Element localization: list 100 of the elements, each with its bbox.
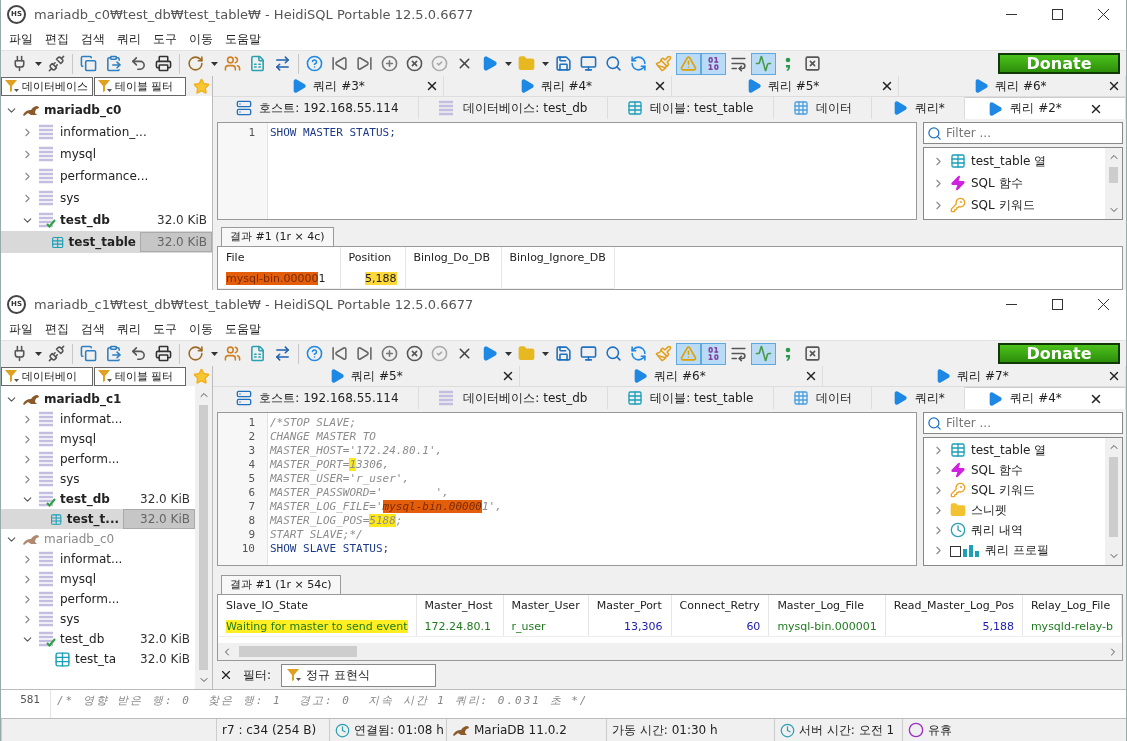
- result-tab[interactable]: 결과 #1 (1r × 4c): [221, 226, 334, 246]
- menu-item[interactable]: 이동: [183, 30, 219, 48]
- tree-item[interactable]: mariadb_c1: [1, 389, 195, 409]
- tree-item[interactable]: mysql: [1, 143, 212, 165]
- sql-editor[interactable]: 1 SHOW MASTER STATUS;: [217, 122, 917, 220]
- tree-item[interactable]: test_db 32.0 KiB: [1, 489, 195, 509]
- column-header[interactable]: Master_Log_File: [768, 594, 886, 617]
- tree-item[interactable]: mariadb_c0: [1, 529, 195, 549]
- result-tab[interactable]: 결과 #1 (1r × 54c): [221, 574, 341, 594]
- tree-item[interactable]: performance...: [1, 165, 212, 187]
- tree-item[interactable]: SQL 함수: [924, 172, 1105, 194]
- close-icon[interactable]: [1107, 369, 1121, 383]
- search-field[interactable]: Filter ...: [923, 122, 1123, 144]
- size-label: 32.0 KiB: [140, 232, 212, 252]
- column-header[interactable]: Binlog_Do_DB: [405, 246, 501, 269]
- tree-item[interactable]: informat...: [1, 549, 195, 569]
- tree-item[interactable]: test_table 열: [924, 440, 1105, 460]
- menu-item[interactable]: 파일: [3, 320, 39, 338]
- menu-item[interactable]: 도구: [147, 30, 183, 48]
- tree-item[interactable]: test_table 32.0 KiB: [1, 231, 212, 253]
- menu-item[interactable]: 도움말: [219, 30, 267, 48]
- sql-editor[interactable]: [217, 412, 917, 566]
- star-icon[interactable]: [193, 77, 210, 95]
- tree-item[interactable]: information_...: [1, 121, 212, 143]
- menu-item[interactable]: 편집: [39, 320, 75, 338]
- scroll-thumb[interactable]: [1109, 457, 1118, 537]
- tree-item[interactable]: sys: [1, 187, 212, 209]
- column-header[interactable]: Read_Master_Log_Pos: [885, 594, 1023, 617]
- scroll-thumb[interactable]: [1109, 167, 1118, 183]
- scrollbar[interactable]: [1105, 148, 1122, 219]
- tree-item[interactable]: mysql: [1, 569, 195, 589]
- query-tab[interactable]: 쿼리 #6*: [520, 366, 823, 386]
- menu-item[interactable]: 편집: [39, 30, 75, 48]
- tab[interactable]: 쿼리 #4*: [965, 387, 1126, 409]
- horizontal-scrollbar[interactable]: [218, 643, 1122, 660]
- menu-item[interactable]: 이동: [183, 320, 219, 338]
- close-icon[interactable]: [1107, 79, 1121, 93]
- toolbar-button[interactable]: [701, 342, 726, 365]
- tree-item[interactable]: perform...: [1, 449, 195, 469]
- scroll-thumb[interactable]: [199, 405, 208, 670]
- search-field[interactable]: Filter ...: [923, 412, 1123, 434]
- filter-field[interactable]: 테이블 필터: [94, 366, 186, 386]
- tree-item[interactable]: test_db 32.0 KiB: [1, 209, 212, 231]
- menu-item[interactable]: 쿼리: [111, 30, 147, 48]
- column-header[interactable]: Master_User: [503, 594, 589, 617]
- scroll-thumb[interactable]: [239, 646, 357, 657]
- tree-item[interactable]: SQL 키워드: [924, 480, 1105, 500]
- tree-item[interactable]: sys: [1, 609, 195, 629]
- query-tab[interactable]: 쿼리 #6*: [898, 76, 1126, 96]
- tree-item[interactable]: mariadb_c0: [1, 99, 212, 121]
- tree-item[interactable]: mysql: [1, 429, 195, 449]
- query-tab[interactable]: 쿼리 #7*: [823, 366, 1126, 386]
- tree-item[interactable]: 쿼리 프로필: [924, 540, 1105, 560]
- tree-item[interactable]: sys: [1, 469, 195, 489]
- column-header[interactable]: Master_Port: [588, 594, 672, 617]
- wave-icon: [755, 345, 772, 362]
- column-header[interactable]: Master_Host: [416, 594, 503, 617]
- tree-item[interactable]: test_ta 32.0 KiB: [1, 649, 195, 669]
- menu-item[interactable]: 도구: [147, 320, 183, 338]
- column-header[interactable]: Relay_Log_File: [1022, 594, 1122, 617]
- column-header[interactable]: File: [218, 246, 340, 269]
- table-cell: r_user: [503, 616, 589, 637]
- menu-item[interactable]: 도움말: [219, 320, 267, 338]
- tree-item[interactable]: test_table 열: [924, 150, 1105, 172]
- query-tab[interactable]: 쿼리 #5*: [217, 366, 520, 386]
- caret-icon: [504, 351, 512, 356]
- tree-item[interactable]: 스니펫: [924, 500, 1105, 520]
- scrollbar[interactable]: [195, 386, 212, 689]
- filter-field[interactable]: 데이터베이스: [1, 76, 93, 96]
- query-tab[interactable]: 쿼리 #4*: [444, 76, 672, 96]
- close-icon[interactable]: [804, 369, 818, 383]
- tree-item[interactable]: informat...: [1, 409, 195, 429]
- close-icon[interactable]: [501, 369, 515, 383]
- query-tab[interactable]: 쿼리 #5*: [671, 76, 899, 96]
- table-icon: [627, 100, 644, 116]
- menu-item[interactable]: 검색: [75, 320, 111, 338]
- menu-item[interactable]: 쿼리: [111, 320, 147, 338]
- close-icon[interactable]: [219, 668, 233, 682]
- star-icon[interactable]: [193, 367, 210, 385]
- column-header[interactable]: Slave_IO_State: [218, 594, 417, 617]
- tree-item[interactable]: test_t... 32.0 KiB: [1, 509, 195, 529]
- monitor-icon: [580, 55, 597, 72]
- filter-field[interactable]: 데이터베이: [1, 366, 93, 386]
- scrollbar[interactable]: [1105, 438, 1122, 565]
- tree-item[interactable]: test_db 32.0 KiB: [1, 629, 195, 649]
- tree-item[interactable]: 쿼리 내역: [924, 520, 1105, 540]
- toolbar-button[interactable]: [701, 52, 726, 75]
- tab[interactable]: 쿼리 #2*: [965, 97, 1126, 119]
- table-cell: 172.24.80.1: [416, 616, 503, 637]
- menu-item[interactable]: 검색: [75, 30, 111, 48]
- tree-item[interactable]: perform...: [1, 589, 195, 609]
- column-header[interactable]: Connect_Retry: [671, 594, 769, 617]
- query-tab[interactable]: 쿼리 #3*: [217, 76, 445, 96]
- menu-item[interactable]: 파일: [3, 30, 39, 48]
- filter-field[interactable]: 테이블 필터: [94, 76, 186, 96]
- tree-item[interactable]: SQL 함수: [924, 460, 1105, 480]
- filter-field[interactable]: 정규 표현식: [281, 663, 437, 687]
- column-header[interactable]: Binlog_Ignore_DB: [501, 246, 615, 269]
- tree-item[interactable]: SQL 키워드: [924, 194, 1105, 216]
- column-header[interactable]: Position: [340, 246, 405, 269]
